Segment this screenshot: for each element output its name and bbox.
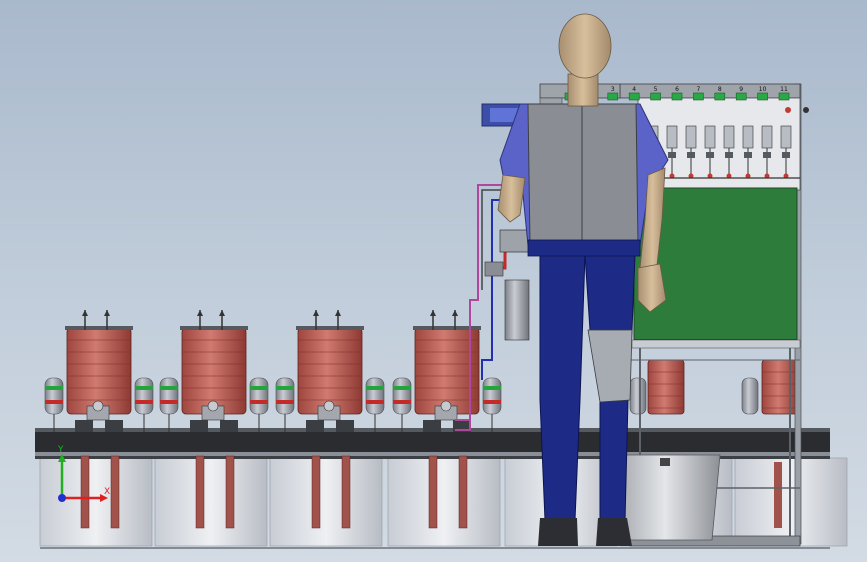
indicator-light [714,92,726,101]
panel-number: 10 [759,86,767,93]
panel-number: 4 [632,86,636,93]
lower-containers [39,457,848,547]
assembly-model: 1234567891011 [35,13,848,549]
cad-viewport[interactable]: 1234567891011 [0,0,867,562]
panel-number: 8 [718,86,722,93]
indicator-light [757,92,768,101]
machine-rail [35,428,830,459]
axis-x-label: X [104,487,110,497]
indicator-light [693,92,704,101]
indicator-light [735,92,747,101]
panel-number: 3 [611,86,615,93]
panel-number: 11 [780,86,788,93]
indicator-light [628,92,640,101]
panel-number: 7 [696,86,700,93]
panel-number: 9 [739,86,743,93]
indicator-light [607,92,619,101]
axis-y-label: Y [57,445,64,455]
indicator-light [671,92,683,101]
indicator-light [778,92,790,101]
panel-number: 5 [654,86,658,93]
panel-number: 6 [675,86,679,93]
indicator-light [650,92,661,101]
